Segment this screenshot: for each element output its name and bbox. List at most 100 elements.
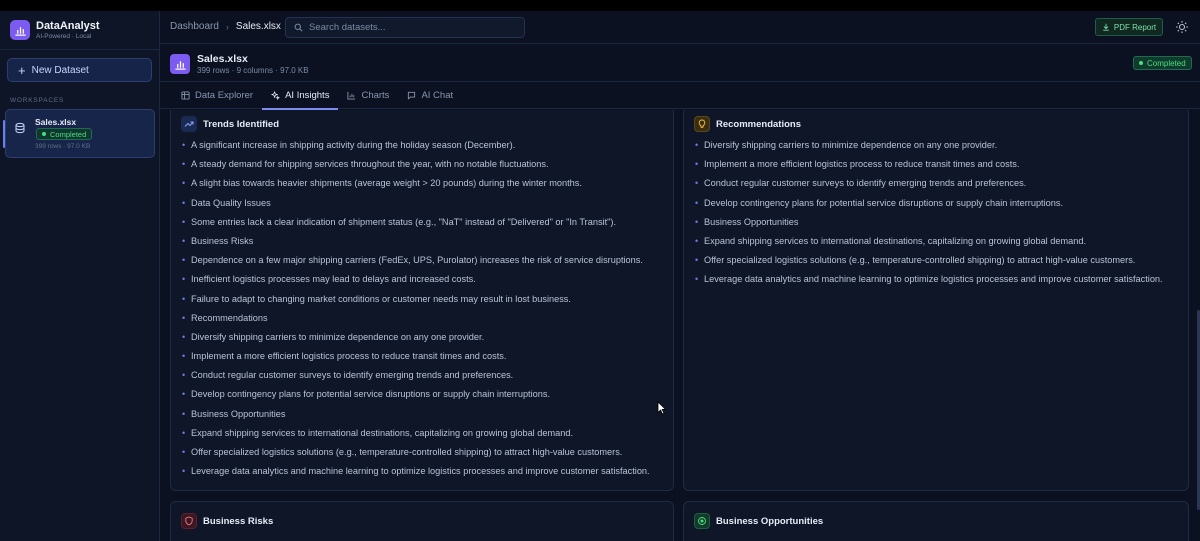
- bullet-icon: •: [695, 140, 699, 150]
- recommendations-card-title: Recommendations: [716, 118, 801, 130]
- status-badge: Completed: [36, 128, 93, 140]
- list-item: • Expand shipping services to internation…: [695, 236, 1163, 255]
- list-item: • Business Opportunities: [182, 409, 650, 428]
- dataset-title: Sales.xlsx: [197, 53, 248, 65]
- tab-data-explorer[interactable]: Data Explorer: [172, 82, 262, 109]
- chart-logo-icon: [10, 20, 30, 40]
- list-item-text: Leverage data analytics and machine lear…: [191, 466, 650, 477]
- workspace-item-sales[interactable]: Sales.xlsx Completed 399 rows · 97.0 KB: [3, 109, 155, 158]
- search-input[interactable]: [309, 22, 509, 33]
- list-item-text: Offer specialized logistics solutions (e…: [191, 447, 623, 457]
- search-box[interactable]: [285, 17, 525, 38]
- bullet-icon: •: [182, 178, 186, 189]
- bullet-icon: •: [182, 274, 186, 285]
- sparkles-icon: [271, 91, 281, 100]
- target-icon: [694, 513, 710, 529]
- brand: DataAnalyst AI-Powered · Local: [0, 11, 159, 50]
- recommendations-card: Recommendations • Diversify shipping carr…: [683, 110, 1189, 491]
- list-item: • Dependence on a few major shipping carr…: [182, 255, 650, 274]
- list-item: • Diversify shipping carriers to minimize…: [182, 332, 650, 351]
- list-item-text: Some entries lack a clear indication of …: [191, 216, 617, 227]
- list-item-text: Diversify shipping carriers to minimize …: [191, 331, 485, 342]
- bullet-icon: •: [182, 331, 186, 342]
- list-item-text: Inefficient logistics processes may lead…: [191, 274, 476, 285]
- bullet-icon: •: [182, 427, 186, 438]
- app-root: DataAnalyst AI-Powered · Local + New Dat…: [0, 11, 1200, 541]
- list-item: • Leverage data analytics and machine lea…: [182, 466, 650, 485]
- pdf-report-button[interactable]: PDF Report: [1095, 18, 1163, 36]
- bullet-icon: •: [695, 216, 699, 227]
- lightbulb-icon: [694, 116, 710, 132]
- tab-label: AI Insights: [285, 90, 330, 101]
- chevron-right-icon: ›: [225, 21, 229, 32]
- bullet-icon: •: [695, 274, 699, 285]
- list-item-text: Implement a more efficient logistics pro…: [704, 159, 1020, 170]
- trends-card: Trends Identified • A significant increas…: [170, 110, 674, 491]
- list-item-text: A significant increase in shipping activ…: [191, 140, 516, 150]
- recommendations-card-header: Recommendations: [694, 116, 801, 132]
- list-item-text: Data Quality Issues: [191, 197, 271, 208]
- tab-ai-insights[interactable]: AI Insights: [262, 82, 339, 110]
- opportunities-card-title: Business Opportunities: [716, 515, 824, 527]
- table-icon: [181, 91, 190, 100]
- sun-icon[interactable]: [1175, 20, 1189, 34]
- list-item: • Develop contingency plans for potential…: [695, 198, 1163, 217]
- new-dataset-button[interactable]: + New Dataset: [7, 58, 152, 82]
- list-item-text: Business Opportunities: [191, 408, 286, 419]
- list-item: • Recommendations: [182, 313, 650, 332]
- chart-icon: [347, 91, 356, 100]
- list-item-text: Business Risks: [191, 235, 254, 246]
- main-area: Dashboard › Sales.xlsx PDF Report Sales.…: [160, 11, 1200, 541]
- app-name: DataAnalyst: [36, 19, 100, 32]
- list-item: • Conduct regular customer surveys to ide…: [695, 178, 1163, 197]
- tab-label: Data Explorer: [195, 90, 254, 101]
- list-item-text: Failure to adapt to changing market cond…: [191, 293, 571, 304]
- list-item-text: Implement a more efficient logistics pro…: [191, 351, 507, 362]
- status-dot-icon: [1139, 61, 1143, 65]
- list-item-text: Develop contingency plans for potential …: [191, 389, 551, 400]
- bullet-icon: •: [695, 178, 699, 189]
- status-text: Completed: [50, 129, 87, 139]
- list-item-text: A steady demand for shipping services th…: [191, 159, 549, 170]
- bullet-icon: •: [695, 159, 699, 170]
- bullet-icon: •: [695, 235, 699, 246]
- download-icon: [1103, 23, 1109, 31]
- list-item-text: Diversify shipping carriers to minimize …: [704, 140, 998, 150]
- chat-icon: [408, 91, 416, 100]
- tab-bar: Data Explorer AI Insights Charts AI Chat: [160, 82, 1200, 110]
- search-icon: [294, 23, 303, 32]
- list-item: • Some entries lack a clear indication of…: [182, 217, 650, 236]
- workspace-title: Sales.xlsx: [35, 117, 77, 127]
- dataset-meta: 399 rows · 9 columns · 97.0 KB: [197, 66, 309, 75]
- mouse-cursor-icon: [657, 401, 666, 415]
- trends-card-title: Trends Identified: [203, 118, 280, 130]
- list-item: • Leverage data analytics and machine lea…: [695, 274, 1163, 293]
- list-item-text: Develop contingency plans for potential …: [704, 197, 1064, 208]
- risks-card: Business Risks: [170, 501, 674, 541]
- list-item: • Inefficient logistics processes may lea…: [182, 274, 650, 293]
- bullet-icon: •: [182, 466, 186, 477]
- dataset-header: Sales.xlsx 399 rows · 9 columns · 97.0 K…: [160, 44, 1200, 82]
- bullet-icon: •: [695, 197, 699, 208]
- bullet-icon: •: [182, 255, 186, 266]
- bullet-icon: •: [182, 389, 186, 400]
- bullet-icon: •: [182, 351, 186, 362]
- list-item: • Offer specialized logistics solutions (…: [695, 255, 1163, 274]
- tab-ai-chat[interactable]: AI Chat: [398, 82, 462, 109]
- list-item: • Implement a more efficient logistics pr…: [182, 351, 650, 370]
- trends-list: • A significant increase in shipping acti…: [182, 140, 650, 485]
- insights-content[interactable]: Trends Identified • A significant increas…: [160, 110, 1200, 541]
- tab-label: Charts: [361, 90, 390, 101]
- list-item: • A significant increase in shipping acti…: [182, 140, 650, 159]
- list-item: • Expand shipping services to internation…: [182, 428, 650, 447]
- list-item: • Diversify shipping carriers to minimize…: [695, 140, 1163, 159]
- bullet-icon: •: [182, 370, 186, 381]
- workspaces-heading: WORKSPACES: [10, 97, 65, 104]
- list-item: • A slight bias towards heavier shipments…: [182, 178, 650, 197]
- list-item: • A steady demand for shipping services t…: [182, 159, 650, 178]
- tab-charts[interactable]: Charts: [338, 82, 398, 109]
- bullet-icon: •: [182, 216, 186, 227]
- list-item: • Business Opportunities: [695, 217, 1163, 236]
- breadcrumb-current: Sales.xlsx: [235, 21, 281, 32]
- breadcrumb-dashboard[interactable]: Dashboard: [170, 21, 219, 32]
